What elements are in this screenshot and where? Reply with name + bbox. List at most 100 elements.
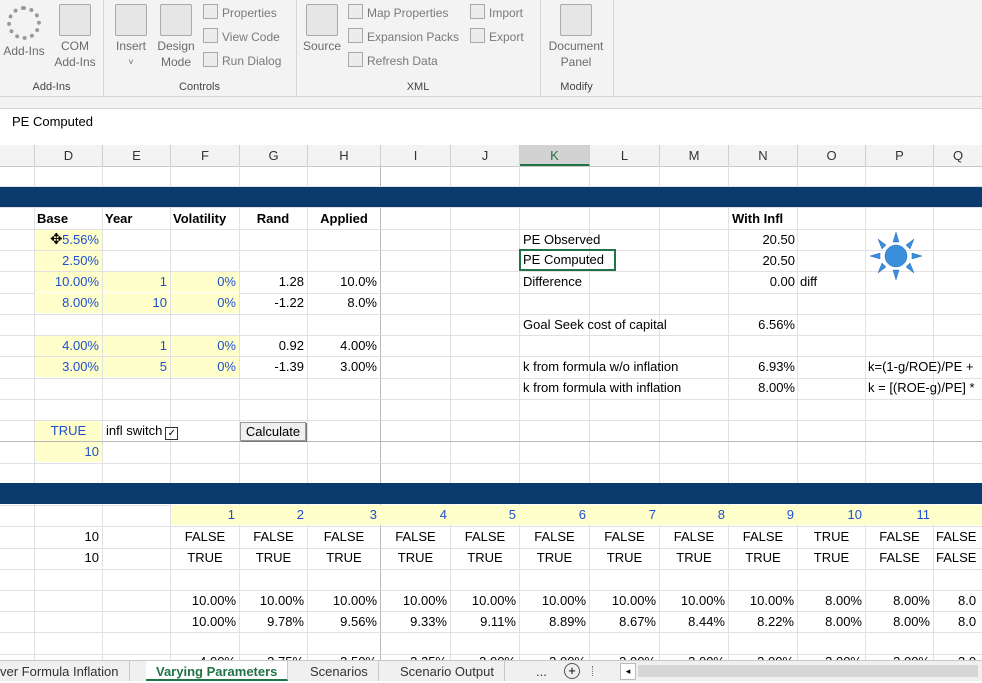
pe-computed-label[interactable]: PE Computed: [519, 249, 616, 271]
flag-cell[interactable]: FALSE: [308, 527, 380, 547]
difference-value[interactable]: 0.00: [729, 272, 795, 292]
column-header-n[interactable]: N: [729, 145, 798, 166]
base-cell[interactable]: 10.00%: [35, 272, 102, 292]
addins-button[interactable]: Add-Ins: [2, 4, 46, 59]
scenario-number[interactable]: 2: [240, 505, 304, 525]
base-cell[interactable]: 5.56%: [35, 230, 102, 250]
k-with-inflation-formula[interactable]: k = [(ROE-g)/PE] *: [868, 378, 982, 398]
rate-cell[interactable]: 8.44%: [660, 612, 725, 632]
tab-ver-formula-inflation[interactable]: ver Formula Inflation: [0, 661, 130, 681]
rate-cell[interactable]: 8.0: [958, 612, 982, 632]
flag-cell[interactable]: TRUE: [798, 548, 865, 568]
k-wo-inflation-value[interactable]: 6.93%: [729, 357, 795, 377]
year-cell[interactable]: 5: [103, 357, 170, 377]
rate-cell[interactable]: 3.50%: [308, 652, 377, 660]
column-header-h[interactable]: H: [308, 145, 381, 166]
rate-cell[interactable]: 9.33%: [381, 612, 447, 632]
com-addins-button[interactable]: COM Add-Ins: [52, 4, 98, 70]
scenario-number[interactable]: 3: [308, 505, 377, 525]
header-applied[interactable]: Applied: [308, 209, 380, 229]
switch-below-cell[interactable]: 10: [35, 442, 102, 462]
flag-cell[interactable]: TRUE: [590, 548, 659, 568]
flag-cell[interactable]: TRUE: [520, 548, 589, 568]
base-cell[interactable]: 8.00%: [35, 293, 102, 313]
column-header-o[interactable]: O: [798, 145, 866, 166]
rate-cell[interactable]: 9.11%: [451, 612, 516, 632]
scenario-number[interactable]: 7: [590, 505, 656, 525]
goal-seek-label[interactable]: Goal Seek cost of capital: [523, 315, 723, 335]
rate-cell[interactable]: 10.00%: [590, 591, 656, 611]
tab-overflow[interactable]: ...: [526, 661, 557, 681]
calculate-button[interactable]: Calculate: [240, 422, 306, 441]
tab-scenarios[interactable]: Scenarios: [300, 661, 379, 681]
year-cell[interactable]: 10: [103, 293, 170, 313]
map-properties-button[interactable]: Map Properties: [348, 4, 448, 22]
rate-cell[interactable]: 3.00%: [866, 652, 930, 660]
rate-cell[interactable]: 3.0: [958, 652, 982, 660]
infl-switch-checkbox[interactable]: ✓: [165, 427, 179, 440]
k-wo-inflation-label[interactable]: k from formula w/o inflation: [523, 357, 723, 377]
flag-cell[interactable]: FALSE: [381, 527, 450, 547]
rate-cell[interactable]: 10.00%: [240, 591, 304, 611]
scenario-number[interactable]: 5: [451, 505, 516, 525]
rate-cell[interactable]: 9.56%: [308, 612, 377, 632]
applied-cell[interactable]: 10.0%: [308, 272, 380, 292]
flag-cell[interactable]: FALSE: [866, 527, 933, 547]
flag-cell[interactable]: FALSE: [590, 527, 659, 547]
rate-cell[interactable]: 3.00%: [451, 652, 516, 660]
formula-bar[interactable]: PE Computed: [0, 108, 982, 136]
flag-cell[interactable]: FALSE: [660, 527, 728, 547]
scenario-number[interactable]: 1: [171, 505, 235, 525]
rate-cell[interactable]: 3.00%: [729, 652, 794, 660]
scenario-number[interactable]: 11: [866, 505, 931, 525]
document-panel-button[interactable]: Document Panel: [544, 4, 608, 70]
flag-cell[interactable]: FALSE: [936, 548, 982, 568]
rate-cell[interactable]: 10.00%: [660, 591, 725, 611]
properties-button[interactable]: Properties: [203, 4, 277, 22]
base-cell[interactable]: 3.00%: [35, 357, 102, 377]
flag-cell[interactable]: FALSE: [451, 527, 519, 547]
flag-cell[interactable]: FALSE: [936, 527, 982, 547]
goal-seek-value[interactable]: 6.56%: [729, 315, 795, 335]
rand-cell[interactable]: -1.22: [240, 293, 307, 313]
base-cell[interactable]: 2.50%: [35, 251, 102, 271]
difference-label[interactable]: Difference: [523, 272, 723, 292]
lower-d-cell[interactable]: 10: [35, 527, 99, 547]
rate-cell[interactable]: 8.00%: [798, 612, 862, 632]
rate-cell[interactable]: 10.00%: [729, 591, 794, 611]
rate-cell[interactable]: 10.00%: [171, 591, 236, 611]
flag-cell[interactable]: TRUE: [381, 548, 450, 568]
flag-cell[interactable]: TRUE: [171, 548, 239, 568]
tab-scenario-output[interactable]: Scenario Output: [390, 661, 505, 681]
k-with-inflation-value[interactable]: 8.00%: [729, 378, 795, 398]
column-header-d[interactable]: D: [35, 145, 103, 166]
scenario-number[interactable]: 6: [520, 505, 586, 525]
flag-cell[interactable]: FALSE: [240, 527, 307, 547]
tab-varying-parameters[interactable]: Varying Parameters: [146, 661, 289, 681]
rate-cell[interactable]: 10.00%: [381, 591, 447, 611]
year-cell[interactable]: 1: [103, 272, 170, 292]
header-with-infl[interactable]: With Infl: [732, 209, 796, 229]
rate-cell[interactable]: 8.0: [958, 591, 982, 611]
column-header-p[interactable]: P: [866, 145, 934, 166]
rate-cell[interactable]: 3.75%: [240, 652, 304, 660]
design-mode-button[interactable]: Design Mode: [153, 4, 199, 70]
column-header-c[interactable]: [0, 145, 35, 166]
applied-cell[interactable]: 4.00%: [308, 336, 380, 356]
flag-cell[interactable]: TRUE: [660, 548, 728, 568]
tab-splitter[interactable]: [592, 666, 597, 676]
difference-note[interactable]: diff: [800, 272, 860, 292]
expansion-packs-button[interactable]: Expansion Packs: [348, 28, 459, 46]
flag-cell[interactable]: FALSE: [520, 527, 589, 547]
pe-observed-value[interactable]: 20.50: [729, 230, 795, 250]
flag-cell[interactable]: TRUE: [798, 527, 865, 547]
rate-cell[interactable]: 9.78%: [240, 612, 304, 632]
scenario-number[interactable]: 4: [381, 505, 447, 525]
source-button[interactable]: Source: [300, 4, 344, 54]
header-year[interactable]: Year: [105, 209, 169, 229]
flag-cell[interactable]: TRUE: [729, 548, 797, 568]
import-button[interactable]: Import: [470, 4, 523, 22]
k-with-inflation-label[interactable]: k from formula with inflation: [523, 378, 723, 398]
volatility-cell[interactable]: 0%: [171, 357, 239, 377]
rate-cell[interactable]: 3.00%: [798, 652, 862, 660]
